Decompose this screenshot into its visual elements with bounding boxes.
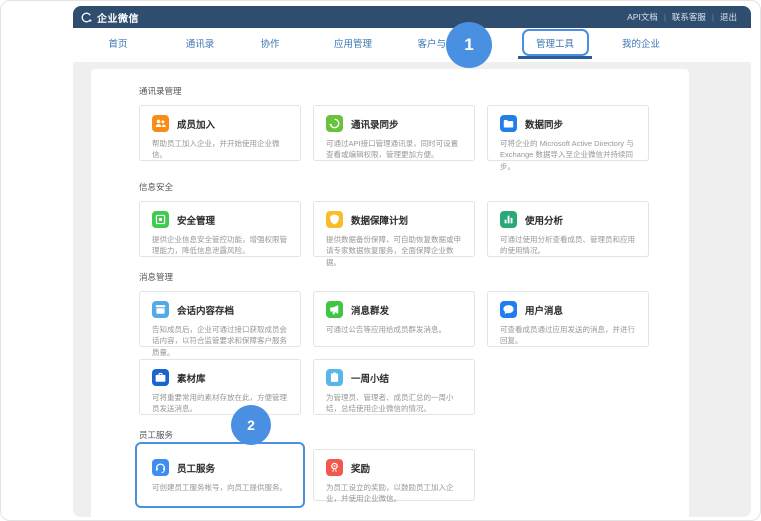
section-label-message-management: 消息管理 xyxy=(139,271,689,283)
card-desc: 为管理员、管理者、成员汇总的一周小结，总结使用企业微信的情况。 xyxy=(326,392,462,415)
separator: | xyxy=(664,13,666,22)
topbar-links: API文档 | 联系客服 | 退出 xyxy=(627,11,751,23)
weekly-summary-icon xyxy=(326,369,343,386)
separator: | xyxy=(712,13,714,22)
cards-row: 会话内容存档 告知成员后，企业可通过接口获取成员会话内容，以符合监管要求和保障客… xyxy=(139,291,689,347)
card-desc: 可通过API接口管理通讯录，同时可设置查看或编辑权限，管理更加方便。 xyxy=(326,138,462,161)
card-title: 一周小结 xyxy=(351,371,389,385)
card-message-broadcast[interactable]: 消息群发 可通过公告等应用给成员群发消息。 xyxy=(313,291,475,347)
card-desc: 告知成员后，企业可通过接口获取成员会话内容，以符合监管要求和保障客户服务质量。 xyxy=(152,324,288,358)
chat-archive-icon xyxy=(152,301,169,318)
section-label-info-security: 信息安全 xyxy=(139,181,689,193)
employee-service-headset-icon xyxy=(152,459,169,476)
cards-row: 员工服务 可创建员工服务帐号，向员工提供服务。 奖励 为员工设立的奖励，以鼓励员… xyxy=(139,449,689,501)
card-desc: 可将重要常用的素材存放在此，方便管理员发送消息。 xyxy=(152,392,288,415)
section-label-employee-service: 员工服务 xyxy=(139,429,689,441)
reward-medal-icon xyxy=(326,459,343,476)
nav-item-apps[interactable]: 应用管理 xyxy=(334,28,372,62)
active-tab-underline xyxy=(518,56,592,59)
card-desc: 为员工设立的奖励，以鼓励员工加入企业，并使用企业微信。 xyxy=(326,482,462,505)
nav-item-contacts[interactable]: 通讯录 xyxy=(186,28,215,62)
cards-row: 成员加入 帮助员工加入企业，并开始使用企业微信。 通讯录同步 可通过API接口管… xyxy=(139,105,689,161)
card-desc: 可将企业的 Microsoft Active Directory 与 Excha… xyxy=(500,138,636,172)
annotation-step-badge-2: 2 xyxy=(231,405,271,445)
cards-row: 素材库 可将重要常用的素材存放在此，方便管理员发送消息。 一周小结 为管理员、管… xyxy=(139,359,689,415)
logo-text: 企业微信 xyxy=(97,10,139,25)
topbar: 企业微信 API文档 | 联系客服 | 退出 xyxy=(73,6,751,28)
card-title: 安全管理 xyxy=(177,213,215,227)
card-media-library[interactable]: 素材库 可将重要常用的素材存放在此，方便管理员发送消息。 xyxy=(139,359,301,415)
data-protection-shield-icon xyxy=(326,211,343,228)
card-title: 使用分析 xyxy=(525,213,563,227)
screenshot-frame: 企业微信 API文档 | 联系客服 | 退出 首页 通讯录 协作 应用管理 客户… xyxy=(0,0,761,521)
card-title: 成员加入 xyxy=(177,117,215,131)
wecom-logo-icon xyxy=(80,11,93,24)
card-user-message[interactable]: 用户消息 可查看成员通过应用发送的消息，并进行回复。 xyxy=(487,291,649,347)
media-library-icon xyxy=(152,369,169,386)
card-desc: 可创建员工服务帐号，向员工提供服务。 xyxy=(152,482,288,493)
card-title: 用户消息 xyxy=(525,303,563,317)
card-desc: 提供数据备份保障，可自助恢复数据或申请专家数据恢复服务，全面保障企业数据。 xyxy=(326,234,462,268)
api-docs-link[interactable]: API文档 xyxy=(627,11,658,23)
nav-item-collaboration[interactable]: 协作 xyxy=(260,28,279,62)
contacts-sync-icon xyxy=(326,115,343,132)
cards-row: 安全管理 提供企业信息安全管控功能，增强权限管理能力，降低信息泄露风险。 数据保… xyxy=(139,201,689,257)
card-contacts-sync[interactable]: 通讯录同步 可通过API接口管理通讯录，同时可设置查看或编辑权限，管理更加方便。 xyxy=(313,105,475,161)
section-label-contacts-management: 通讯录管理 xyxy=(139,85,689,97)
usage-analytics-icon xyxy=(500,211,517,228)
card-chat-archive[interactable]: 会话内容存档 告知成员后，企业可通过接口获取成员会话内容，以符合监管要求和保障客… xyxy=(139,291,301,347)
user-message-icon xyxy=(500,301,517,318)
card-security-management[interactable]: 安全管理 提供企业信息安全管控功能，增强权限管理能力，降低信息泄露风险。 xyxy=(139,201,301,257)
logout-link[interactable]: 退出 xyxy=(720,11,737,23)
card-desc: 提供企业信息安全管控功能，增强权限管理能力，降低信息泄露风险。 xyxy=(152,234,288,257)
card-title: 消息群发 xyxy=(351,303,389,317)
card-reward[interactable]: 奖励 为员工设立的奖励，以鼓励员工加入企业，并使用企业微信。 xyxy=(313,449,475,501)
card-title: 数据同步 xyxy=(525,117,563,131)
card-title: 通讯录同步 xyxy=(351,117,399,131)
card-title: 奖励 xyxy=(351,461,370,475)
annotation-step-badge-1: 1 xyxy=(446,22,492,68)
wecom-logo: 企业微信 xyxy=(73,10,139,25)
card-desc: 可通过使用分析查看成员、管理员和应用的使用情况。 xyxy=(500,234,636,257)
card-title: 员工服务 xyxy=(177,461,215,475)
card-desc: 可通过公告等应用给成员群发消息。 xyxy=(326,324,462,335)
contact-support-link[interactable]: 联系客服 xyxy=(672,11,706,23)
data-sync-icon xyxy=(500,115,517,132)
card-desc: 可查看成员通过应用发送的消息，并进行回复。 xyxy=(500,324,636,347)
message-broadcast-icon xyxy=(326,301,343,318)
nav-item-home[interactable]: 首页 xyxy=(108,28,127,62)
card-title: 素材库 xyxy=(177,371,206,385)
card-data-protection-plan[interactable]: 数据保障计划 提供数据备份保障，可自助恢复数据或申请专家数据恢复服务，全面保障企… xyxy=(313,201,475,257)
card-desc: 帮助员工加入企业，并开始使用企业微信。 xyxy=(152,138,288,161)
nav-item-my-company[interactable]: 我的企业 xyxy=(622,28,660,62)
card-member-join[interactable]: 成员加入 帮助员工加入企业，并开始使用企业微信。 xyxy=(139,105,301,161)
card-data-sync[interactable]: 数据同步 可将企业的 Microsoft Active Directory 与 … xyxy=(487,105,649,161)
card-weekly-summary[interactable]: 一周小结 为管理员、管理者、成员汇总的一周小结，总结使用企业微信的情况。 xyxy=(313,359,475,415)
management-tools-panel: 通讯录管理 成员加入 帮助员工加入企业，并开始使用企业微信。 通讯录同步 xyxy=(91,69,689,517)
main-nav: 首页 通讯录 协作 应用管理 客户与上下游 管理工具 我的企业 xyxy=(73,28,751,62)
card-title: 会话内容存档 xyxy=(177,303,234,317)
card-employee-service[interactable]: 员工服务 可创建员工服务帐号，向员工提供服务。 xyxy=(139,449,301,501)
card-title: 数据保障计划 xyxy=(351,213,408,227)
security-icon xyxy=(152,211,169,228)
member-join-icon xyxy=(152,115,169,132)
app-window: 企业微信 API文档 | 联系客服 | 退出 首页 通讯录 协作 应用管理 客户… xyxy=(73,6,751,517)
card-usage-analytics[interactable]: 使用分析 可通过使用分析查看成员、管理员和应用的使用情况。 xyxy=(487,201,649,257)
